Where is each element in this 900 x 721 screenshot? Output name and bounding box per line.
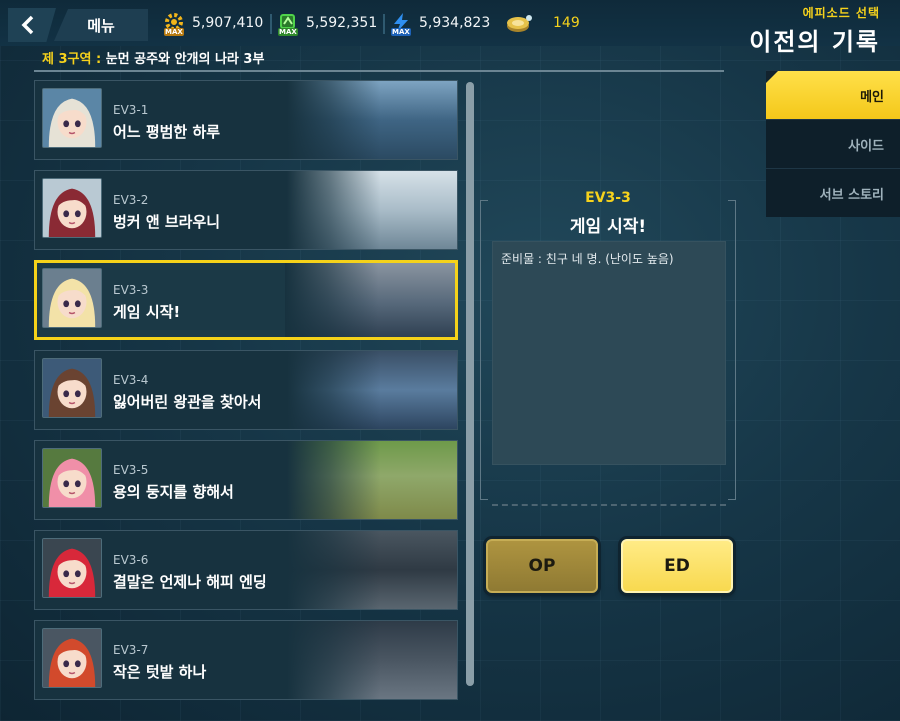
panel-bracket-right (728, 200, 736, 500)
tab-side[interactable]: 사이드 (766, 119, 900, 168)
episode-name: 용의 둥지를 향해서 (113, 483, 234, 501)
zone-divider (34, 70, 724, 72)
episode-thumbnail (287, 621, 457, 699)
episode-thumbnail (285, 263, 455, 337)
menu-button[interactable]: 메뉴 (54, 9, 148, 41)
detail-episode-name: 게임 시작! (569, 217, 647, 237)
tab-sub-story[interactable]: 서브 스토리 (766, 168, 900, 217)
ginger-girl-portrait (42, 628, 102, 688)
divider (270, 14, 272, 34)
episode-detail-panel: EV3-3 게임 시작! 준비물 : 친구 네 명. (난이도 높음) (480, 190, 736, 500)
episode-name: 게임 시작! (113, 303, 181, 321)
episode-row-ev3-1[interactable]: EV3-1 어느 평범한 하루 (34, 80, 458, 160)
red-hat-girl-portrait (42, 178, 102, 238)
chip-max-icon: MAX (276, 12, 300, 36)
chip-resource-value: 5,592,351 (306, 15, 378, 31)
gold-coin-icon (505, 12, 535, 34)
episode-code: EV3-7 (113, 643, 149, 657)
episode-row-ev3-5[interactable]: EV3-5 용의 둥지를 향해서 (34, 440, 458, 520)
episode-code: EV3-5 (113, 463, 149, 477)
back-button[interactable] (8, 8, 56, 42)
detail-description: 준비물 : 친구 네 명. (난이도 높음) (501, 252, 674, 266)
blonde-girl-portrait (42, 268, 102, 328)
detail-description-box: 준비물 : 친구 네 명. (난이도 높음) (492, 241, 726, 465)
bolt-max-icon: MAX (389, 12, 413, 36)
bolt-resource-value: 5,934,823 (419, 15, 491, 31)
episode-thumbnail (287, 81, 457, 159)
detail-episode-code: EV3-3 (585, 190, 631, 206)
page-subtitle: 에피소드 선택 (802, 6, 880, 20)
panel-bracket-left (480, 200, 488, 500)
gear-resource-value: 5,907,410 (192, 15, 264, 31)
episode-list-scrollbar[interactable] (466, 82, 474, 686)
dashed-divider (492, 504, 726, 506)
op-button[interactable]: OP (486, 539, 598, 593)
episode-row-ev3-6[interactable]: EV3-6 결말은 언제나 해피 엔딩 (34, 530, 458, 610)
gear-max-icon: MAX (162, 12, 186, 36)
episode-code: EV3-2 (113, 193, 149, 207)
episode-code: EV3-4 (113, 373, 149, 387)
scrollbar-thumb[interactable] (466, 82, 474, 686)
episode-name: 벙커 앤 브라우니 (113, 213, 221, 231)
episode-thumbnail (287, 441, 457, 519)
episode-name: 어느 평범한 하루 (113, 123, 221, 141)
red-haired-girl-portrait (42, 538, 102, 598)
episode-name: 작은 텃밭 하나 (113, 663, 207, 681)
episode-code: EV3-3 (113, 283, 149, 297)
episode-row-ev3-2[interactable]: EV3-2 벙커 앤 브라우니 (34, 170, 458, 250)
episode-thumbnail (287, 531, 457, 609)
top-bar: 메뉴 MAX 5,907,410 MAX 5,592,351 MAX 5,934… (0, 0, 900, 56)
zone-name: 눈먼 공주와 안개의 나라 3부 (105, 52, 265, 67)
episode-thumbnail (287, 351, 457, 429)
episode-name: 결말은 언제나 해피 엔딩 (113, 573, 267, 591)
page-title: 이전의 기록 (749, 28, 880, 56)
white-haired-girl-portrait (42, 88, 102, 148)
ed-button[interactable]: ED (621, 539, 733, 593)
bolt-resource: MAX 5,934,823 (389, 12, 491, 36)
zone-label: 제 3구역 : (42, 52, 102, 67)
gold-resource: 149 (505, 12, 580, 34)
page-title-block: 에피소드 선택 이전의 기록 (749, 4, 880, 57)
gold-resource-value: 149 (553, 15, 580, 31)
episode-code: EV3-1 (113, 103, 149, 117)
episode-row-ev3-7[interactable]: EV3-7 작은 텃밭 하나 (34, 620, 458, 700)
zone-header: 제 3구역 : 눈먼 공주와 안개의 나라 3부 (42, 48, 264, 67)
episode-name: 잃어버린 왕관을 찾아서 (113, 393, 262, 411)
episode-row-ev3-4[interactable]: EV3-4 잃어버린 왕관을 찾아서 (34, 350, 458, 430)
chevron-left-icon (21, 15, 34, 35)
pink-haired-girl-portrait (42, 448, 102, 508)
gear-resource: MAX 5,907,410 (162, 12, 264, 36)
episode-code: EV3-6 (113, 553, 149, 567)
tab-main[interactable]: 메인 (766, 70, 900, 119)
divider (383, 14, 385, 34)
episode-row-ev3-3[interactable]: EV3-3 게임 시작! (34, 260, 458, 340)
chip-resource: MAX 5,592,351 (276, 12, 378, 36)
episode-thumbnail (287, 171, 457, 249)
brunette-girl-portrait (42, 358, 102, 418)
